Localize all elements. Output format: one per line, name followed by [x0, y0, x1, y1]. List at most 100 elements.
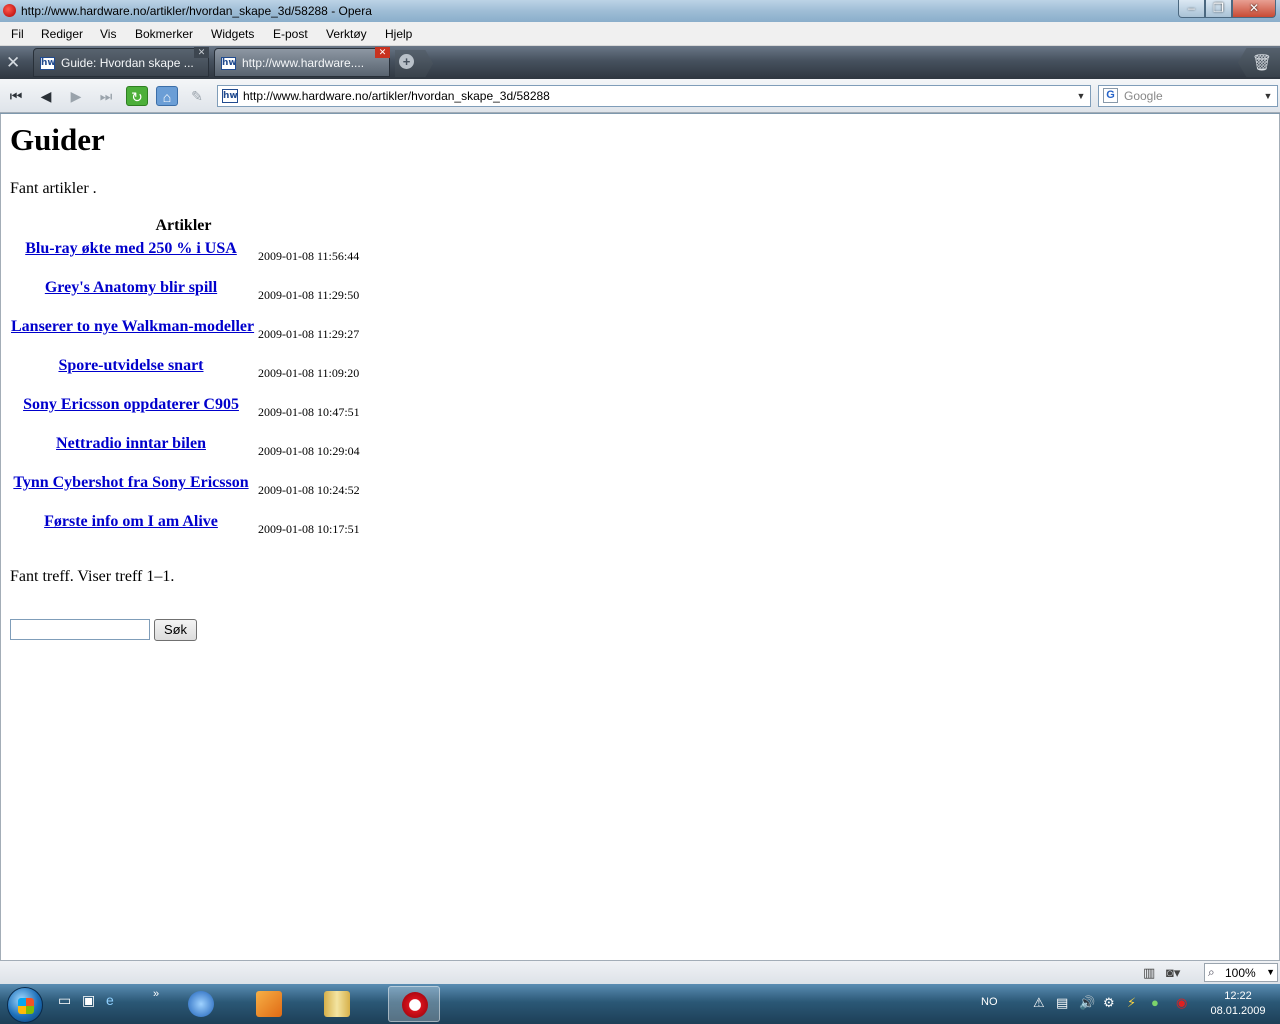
- tab-bar: ✕ hw Guide: Hvordan skape ... ✕ hw http:…: [0, 46, 1280, 79]
- show-desktop-icon[interactable]: ▭: [58, 992, 71, 1009]
- article-row: Spore-utvidelse snart 2009-01-08 11:09:2…: [11, 357, 371, 396]
- reload-icon[interactable]: ↻: [126, 86, 148, 106]
- article-row: Nettradio inntar bilen 2009-01-08 10:29:…: [11, 435, 371, 474]
- language-indicator[interactable]: NO: [981, 996, 998, 1008]
- switch-windows-icon[interactable]: ▣: [82, 992, 95, 1009]
- chevron-down-icon[interactable]: ▼: [1072, 86, 1090, 106]
- article-link[interactable]: Blu-ray økte med 250 % i USA: [11, 240, 251, 258]
- article-date: 2009-01-08 10:24:52: [258, 483, 360, 497]
- search-field[interactable]: G Google ▼: [1098, 85, 1278, 107]
- menu-bokmerker[interactable]: Bokmerker: [135, 27, 193, 41]
- article-row: Sony Ericsson oppdaterer C905 2009-01-08…: [11, 396, 371, 435]
- status-bar: ▥ ◙▾ ⌕ 100% ▼: [0, 960, 1280, 984]
- menu-rediger[interactable]: Rediger: [41, 27, 83, 41]
- page-content: Guider Fant artikler . Artikler Blu-ray …: [0, 114, 1280, 960]
- article-link[interactable]: Lanserer to nye Walkman-modeller: [11, 318, 254, 336]
- article-date: 2009-01-08 10:47:51: [258, 405, 360, 419]
- article-row: Grey's Anatomy blir spill 2009-01-08 11:…: [11, 279, 371, 318]
- archive-icon: [324, 991, 350, 1017]
- minimize-button[interactable]: ‒: [1178, 0, 1205, 18]
- chevron-down-icon[interactable]: ▼: [1266, 964, 1275, 981]
- menu-e-post[interactable]: E-post: [273, 27, 308, 41]
- menu-bar: Fil Rediger Vis Bokmerker Widgets E-post…: [0, 22, 1280, 46]
- steam-tray-icon[interactable]: ⚙: [1103, 995, 1115, 1011]
- found-articles-text: Fant artikler .: [10, 180, 97, 197]
- article-search-input[interactable]: [10, 619, 150, 640]
- menu-fil[interactable]: Fil: [11, 27, 24, 41]
- article-date: 2009-01-08 11:29:50: [258, 288, 360, 302]
- restore-button[interactable]: ❐: [1205, 0, 1232, 18]
- taskbar-opera[interactable]: [388, 986, 440, 1022]
- article-row: Lanserer to nye Walkman-modeller 2009-01…: [11, 318, 371, 357]
- article-link[interactable]: Nettradio inntar bilen: [11, 435, 251, 453]
- results-summary: Fant treff. Viser treff 1–1.: [10, 568, 175, 585]
- article-date: 2009-01-08 11:29:27: [258, 327, 360, 341]
- search-button[interactable]: Søk: [154, 619, 197, 641]
- article-row: Tynn Cybershot fra Sony Ericsson 2009-01…: [11, 474, 371, 513]
- tab-hardware[interactable]: hw http://www.hardware.... ✕: [214, 47, 390, 77]
- search-placeholder[interactable]: Google: [1124, 89, 1163, 103]
- article-link[interactable]: Spore-utvidelse snart: [11, 357, 251, 375]
- hardware-favicon-icon: hw: [222, 89, 238, 103]
- window-titlebar[interactable]: http://www.hardware.no/artikler/hvordan_…: [0, 0, 1280, 22]
- menu-vis[interactable]: Vis: [100, 27, 116, 41]
- fast-forward-icon[interactable]: ⏭: [95, 86, 117, 106]
- ie-quicklaunch-icon[interactable]: e: [106, 992, 114, 1008]
- menu-verktoy[interactable]: Verktøy: [326, 27, 367, 41]
- start-button[interactable]: [7, 987, 43, 1023]
- article-link[interactable]: Tynn Cybershot fra Sony Ericsson: [11, 474, 251, 492]
- article-date: 2009-01-08 10:17:51: [258, 522, 360, 536]
- close-window-button[interactable]: ✕: [1232, 0, 1276, 18]
- hardware-favicon-icon: hw: [221, 57, 237, 70]
- windows-logo-icon: [18, 998, 34, 1014]
- articles-header: Artikler: [155, 217, 212, 234]
- navigation-bar: ⏮ ◀ ▶ ⏭ ↻ ⌂ ✎ hw http://www.hardware.no/…: [0, 79, 1280, 113]
- taskbar: ▭ ▣ e » NO ⚠ ▤ 🔊 ⚙ ⚡ ● ◉ 12:22 08.01.200…: [0, 984, 1280, 1024]
- panel-toggle-icon[interactable]: ▥: [1143, 965, 1155, 981]
- messenger-tray-icon[interactable]: ●: [1151, 995, 1159, 1010]
- camera-icon[interactable]: ◙▾: [1166, 965, 1180, 981]
- forward-icon[interactable]: ▶: [65, 86, 87, 106]
- tab-title: http://www.hardware....: [242, 56, 365, 70]
- taskbar-archive[interactable]: [311, 986, 363, 1022]
- taskbar-media-player[interactable]: [243, 986, 295, 1022]
- power-tray-icon[interactable]: ⚡: [1127, 995, 1136, 1011]
- tab-guide[interactable]: hw Guide: Hvordan skape ... ✕: [33, 47, 209, 77]
- menu-widgets[interactable]: Widgets: [211, 27, 254, 41]
- new-tab-button[interactable]: +: [395, 50, 433, 77]
- volume-tray-icon[interactable]: 🔊: [1079, 995, 1095, 1011]
- home-icon[interactable]: ⌂: [156, 86, 178, 106]
- tab-close-icon[interactable]: ✕: [375, 47, 390, 58]
- chevron-right-icon[interactable]: »: [153, 988, 159, 1000]
- article-link[interactable]: Første info om I am Alive: [11, 513, 251, 531]
- media-player-icon: [256, 991, 282, 1017]
- internet-explorer-icon: [188, 991, 214, 1017]
- article-date: 2009-01-08 11:09:20: [258, 366, 360, 380]
- trash-icon: 🗑: [1251, 55, 1272, 72]
- magnifier-icon: ⌕: [1208, 965, 1215, 979]
- plus-icon: +: [399, 54, 414, 69]
- edit-site-prefs-icon[interactable]: ✎: [186, 86, 208, 106]
- chevron-down-icon[interactable]: ▼: [1259, 86, 1277, 106]
- article-link[interactable]: Sony Ericsson oppdaterer C905: [11, 396, 251, 414]
- opera-tray-icon[interactable]: ◉: [1176, 995, 1187, 1011]
- back-icon[interactable]: ◀: [35, 86, 57, 106]
- address-field[interactable]: hw http://www.hardware.no/artikler/hvord…: [217, 85, 1091, 107]
- opera-icon: [402, 992, 428, 1018]
- tab-close-icon[interactable]: ✕: [194, 47, 209, 58]
- zoom-level: 100%: [1225, 966, 1256, 980]
- rewind-icon[interactable]: ⏮: [5, 86, 27, 106]
- zoom-control[interactable]: ⌕ 100% ▼: [1204, 963, 1278, 982]
- menu-hjelp[interactable]: Hjelp: [385, 27, 412, 41]
- page-title: Guider: [10, 122, 105, 157]
- network-tray-icon[interactable]: ▤: [1056, 995, 1068, 1011]
- tools-icon[interactable]: ✕: [6, 53, 20, 73]
- article-link[interactable]: Grey's Anatomy blir spill: [11, 279, 251, 297]
- security-tray-icon[interactable]: ⚠: [1033, 995, 1045, 1011]
- clock[interactable]: 12:22 08.01.2009: [1200, 989, 1276, 1019]
- taskbar-ie[interactable]: [175, 986, 227, 1022]
- closed-tabs-button[interactable]: 🗑: [1238, 48, 1280, 77]
- address-url[interactable]: http://www.hardware.no/artikler/hvordan_…: [243, 89, 550, 103]
- article-date: 2009-01-08 10:29:04: [258, 444, 360, 458]
- google-icon[interactable]: G: [1103, 88, 1118, 103]
